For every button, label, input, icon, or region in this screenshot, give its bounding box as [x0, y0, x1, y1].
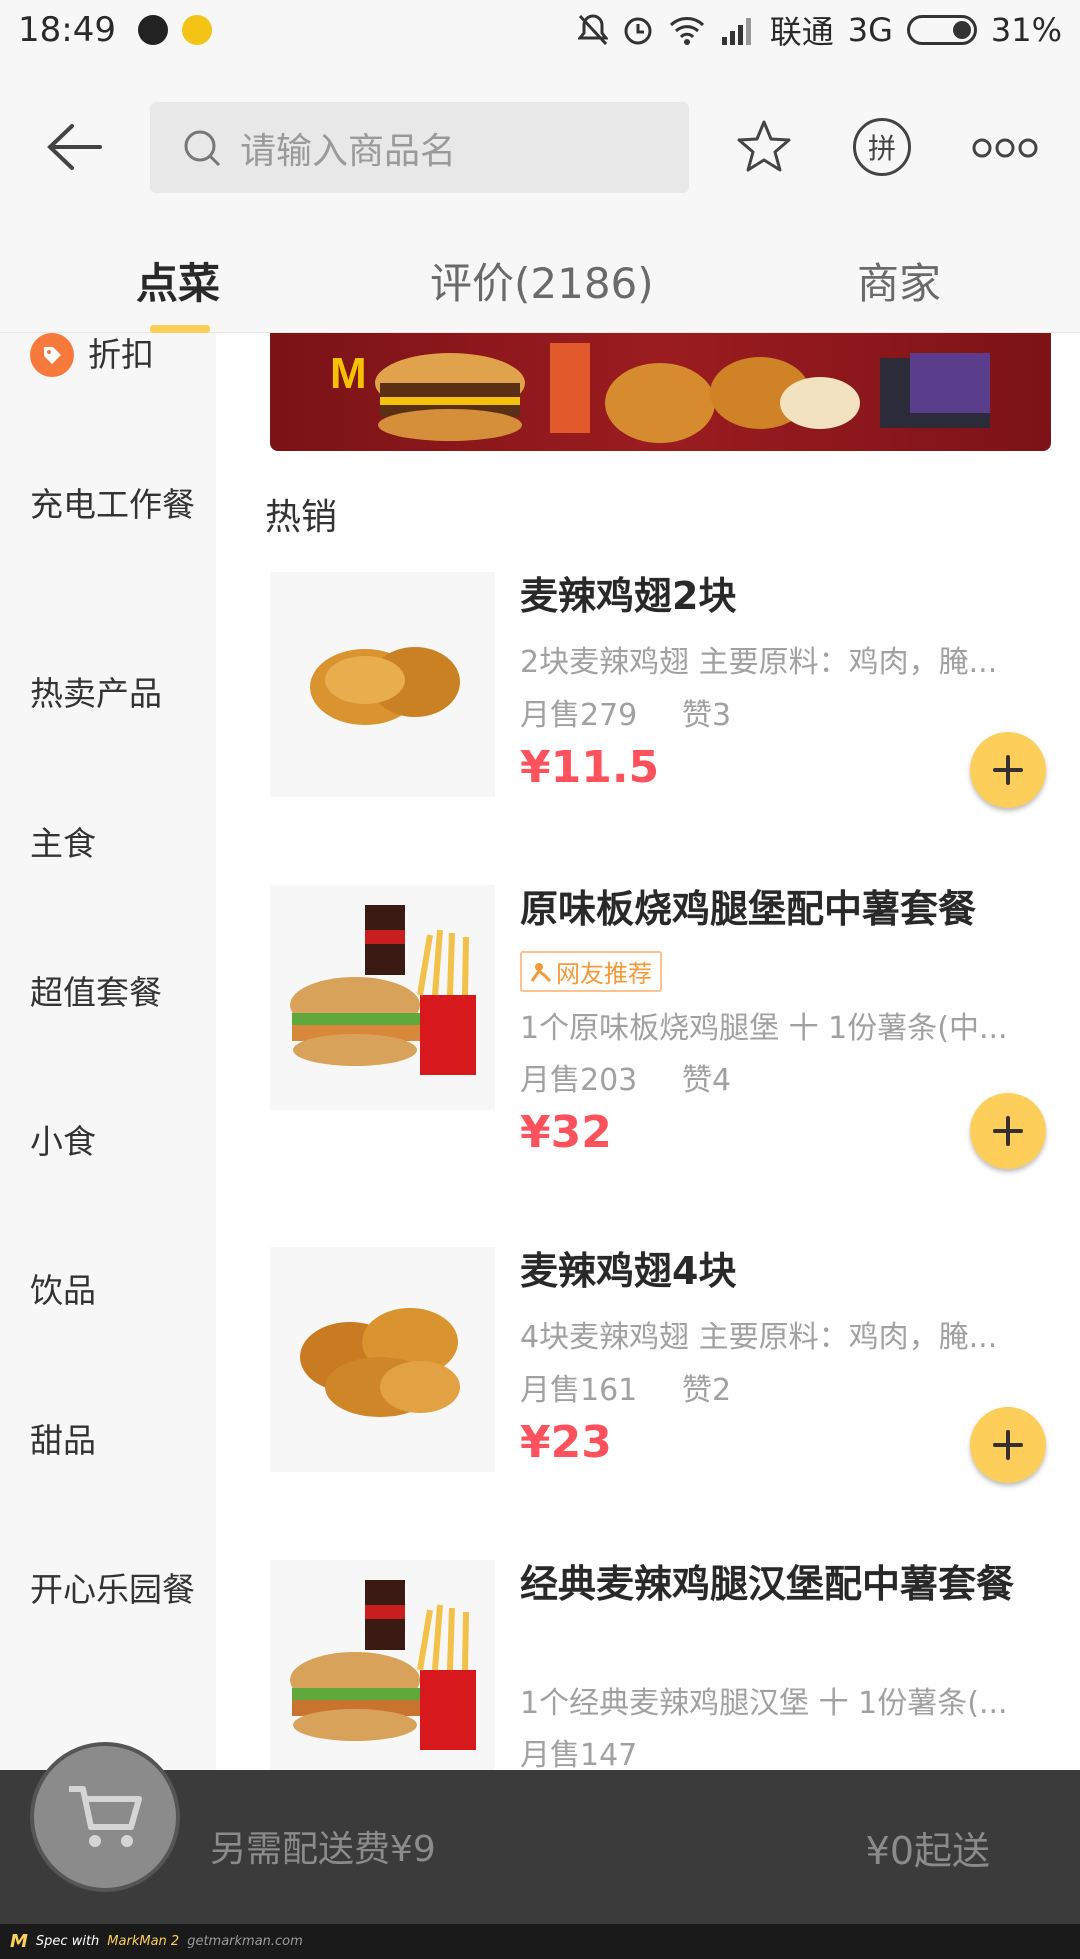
banner-image: M [330, 343, 990, 443]
delivery-fee: 另需配送费¥9 [210, 1829, 436, 1870]
min-order: ¥0起送 [865, 1829, 990, 1873]
product-desc: 1个经典麦辣鸡腿汉堡 十 1份薯条(... [520, 1686, 1008, 1721]
add-to-cart-button[interactable] [970, 732, 1046, 808]
product-price: ¥23 [520, 1417, 612, 1468]
menu-item-snacks[interactable]: 小食 [30, 1122, 200, 1162]
recommend-tag: 网友推荐 [520, 951, 662, 992]
star-icon[interactable] [735, 118, 793, 176]
person-icon [530, 962, 552, 982]
mute-icon [577, 14, 608, 46]
product-image-wings-4 [270, 1247, 495, 1472]
more-icon[interactable] [972, 136, 1038, 160]
tab-merchant[interactable]: 商家 [857, 250, 941, 311]
recommend-tag-label: 网友推荐 [556, 960, 652, 988]
markman-logo-icon: M [10, 1931, 28, 1952]
product-name: 麦辣鸡翅2块 [520, 574, 737, 618]
wifi-icon [669, 17, 704, 45]
plus-icon [993, 1430, 1023, 1460]
product-name: 麦辣鸡翅4块 [520, 1249, 737, 1293]
add-to-cart-button[interactable] [970, 1093, 1046, 1169]
product-sales: 月售147 [520, 1738, 638, 1773]
footer-brand-name: MarkMan 2 [107, 1934, 180, 1949]
tab-active-indicator [150, 325, 210, 333]
menu-item-dessert[interactable]: 甜品 [30, 1421, 200, 1461]
product-image-burger-combo [270, 885, 495, 1110]
product-card[interactable]: 麦辣鸡翅4块 4块麦辣鸡翅 主要原料：鸡肉，腌... 月售161 赞2 ¥23 [270, 1247, 1080, 1483]
back-arrow-icon[interactable] [44, 122, 104, 172]
tab-bar: 点菜 评价(2186) 商家 [0, 194, 1080, 333]
discount-icon [30, 333, 74, 377]
top-header: 请输入商品名 拼 [0, 60, 1080, 194]
status-time: 18:49 [18, 10, 116, 50]
search-placeholder: 请输入商品名 [240, 130, 457, 172]
tab-order[interactable]: 点菜 [136, 250, 220, 311]
music-icon [181, 15, 212, 45]
product-desc: 2块麦辣鸡翅 主要原料：鸡肉，腌... [520, 645, 998, 680]
spec-footer: M Spec with MarkMan 2 getmarkman.com [0, 1924, 1080, 1959]
footer-brand: Spec with [35, 1934, 100, 1949]
product-sales: 月售279 [520, 698, 638, 733]
battery-label: 31% [990, 11, 1062, 49]
pin-label: 拼 [867, 132, 896, 165]
menu-item-label: 折扣 [88, 335, 154, 374]
plus-icon [993, 755, 1023, 785]
product-card[interactable]: 麦辣鸡翅2块 2块麦辣鸡翅 主要原料：鸡肉，腌... 月售279 赞3 ¥11.… [270, 572, 1080, 808]
status-bar: 18:49 联通 3G 31% [0, 0, 1080, 60]
add-to-cart-button[interactable] [970, 1407, 1046, 1483]
network-label: 3G [847, 11, 893, 49]
menu-item-happy-meal[interactable]: 开心乐园餐 [30, 1570, 200, 1610]
section-title: 热销 [265, 497, 338, 538]
footer-site: getmarkman.com [187, 1934, 303, 1949]
category-menu: 折扣 充电工作餐 热卖产品 主食 超值套餐 小食 饮品 甜品 开心乐园餐 [0, 333, 216, 1773]
product-desc: 4块麦辣鸡翅 主要原料：鸡肉，腌... [520, 1320, 998, 1355]
promo-banner[interactable]: M [270, 333, 1051, 451]
tab-reviews[interactable]: 评价(2186) [430, 250, 654, 311]
product-likes: 赞4 [682, 1063, 732, 1098]
pin-group-button[interactable]: 拼 [853, 118, 911, 176]
search-icon [184, 130, 221, 166]
product-card[interactable]: 经典麦辣鸡腿汉堡配中薯套餐 1个经典麦辣鸡腿汉堡 十 1份薯条(... 月售14… [270, 1560, 1080, 1790]
menu-item-discount[interactable]: 折扣 [30, 333, 200, 377]
menu-item-drinks[interactable]: 饮品 [30, 1271, 200, 1311]
menu-item-hot[interactable]: 热卖产品 [30, 674, 200, 714]
alarm-icon [624, 17, 652, 45]
signal-icon [721, 18, 751, 45]
search-input[interactable]: 请输入商品名 [150, 102, 689, 193]
menu-item-work-meal[interactable]: 充电工作餐 [30, 485, 200, 525]
product-desc: 1个原味板烧鸡腿堡 十 1份薯条(中... [520, 1011, 1008, 1046]
menu-item-staple[interactable]: 主食 [30, 824, 200, 864]
svg-text:M: M [330, 349, 367, 398]
product-image-wings [270, 572, 495, 797]
battery-icon [906, 15, 977, 45]
product-name: 经典麦辣鸡腿汉堡配中薯套餐 [520, 1562, 1015, 1606]
cart-icon [69, 1786, 142, 1847]
plus-icon [993, 1116, 1023, 1146]
cart-button[interactable] [30, 1742, 180, 1892]
product-price: ¥32 [520, 1107, 612, 1158]
product-name: 原味板烧鸡腿堡配中薯套餐 [520, 887, 977, 931]
carrier-label: 联通 [769, 13, 834, 51]
product-likes: 赞2 [682, 1373, 732, 1408]
product-card[interactable]: 原味板烧鸡腿堡配中薯套餐 网友推荐 1个原味板烧鸡腿堡 十 1份薯条(中... … [270, 885, 1080, 1169]
product-sales: 月售161 [520, 1373, 638, 1408]
product-sales: 月售203 [520, 1063, 638, 1098]
menu-item-value-meal[interactable]: 超值套餐 [30, 973, 200, 1013]
product-price: ¥11.5 [520, 742, 660, 793]
product-likes: 赞3 [682, 698, 732, 733]
product-image-spicy-burger-combo [270, 1560, 495, 1785]
qq-icon [137, 15, 168, 45]
